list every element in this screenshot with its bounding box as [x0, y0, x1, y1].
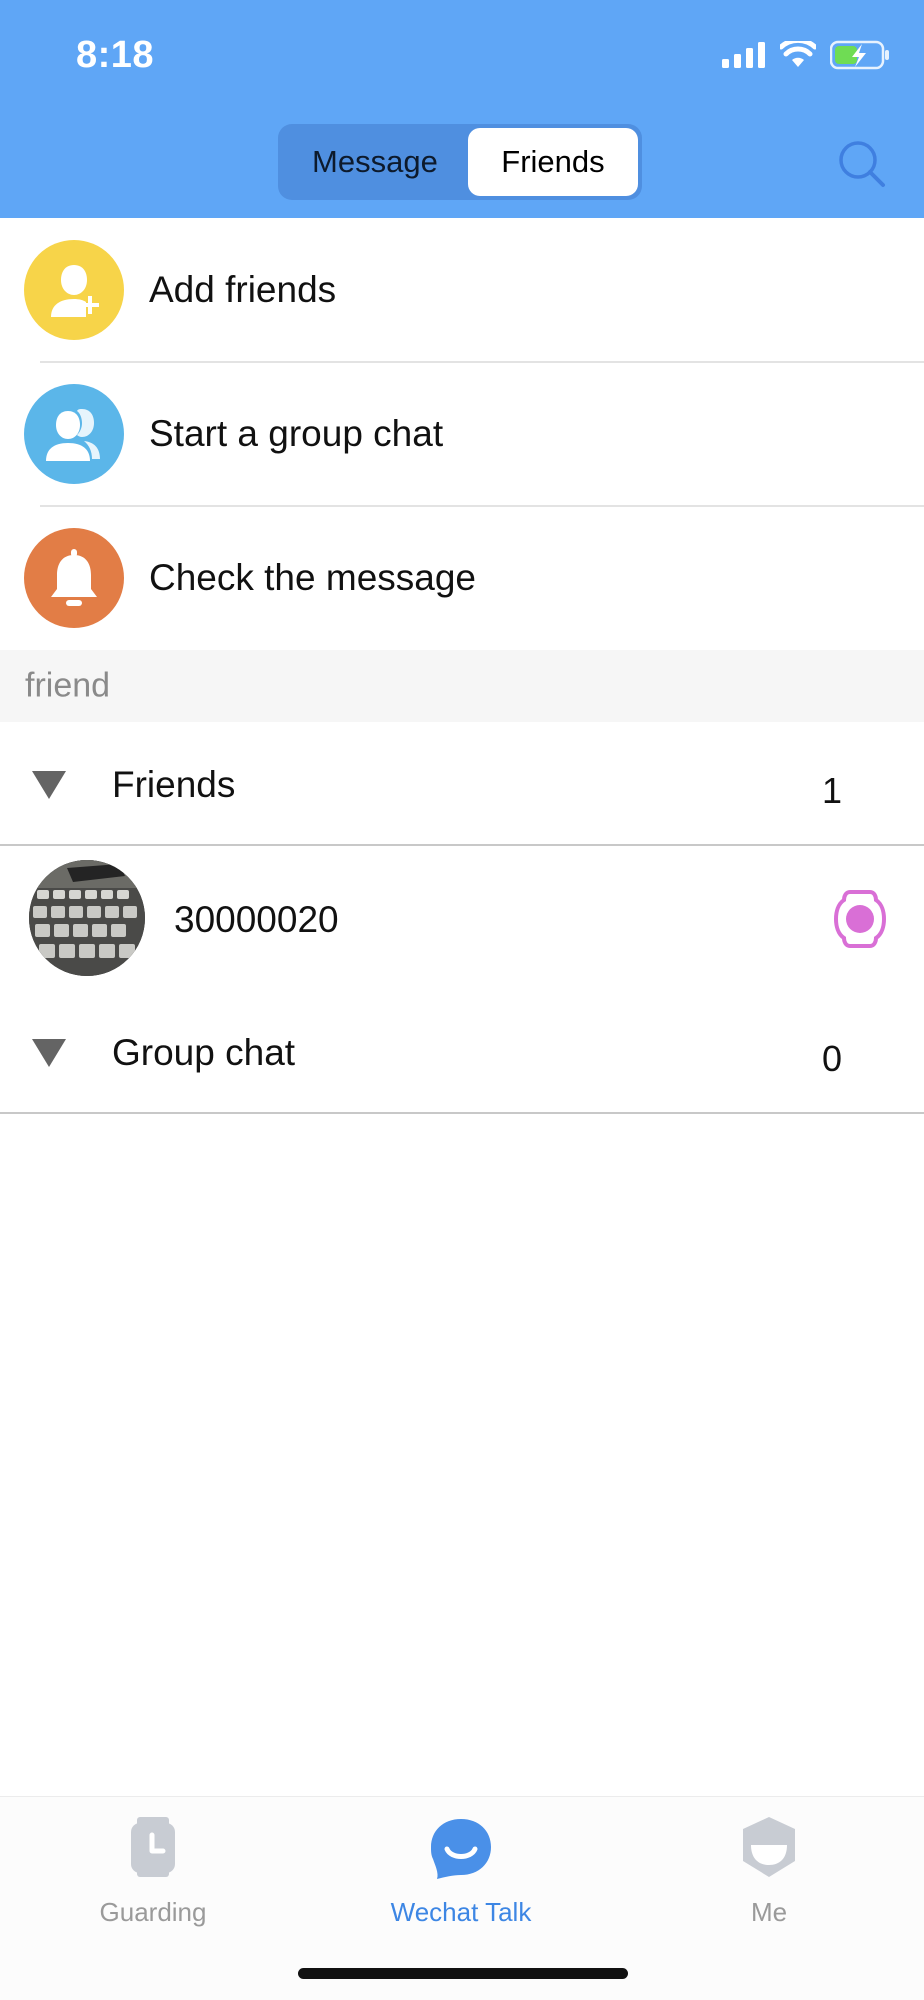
- chat-bubble-icon: [431, 1819, 491, 1879]
- tab-label: Guarding: [99, 1897, 207, 1927]
- add-friends-row[interactable]: Add friends: [0, 218, 924, 362]
- triangle-down-icon: [32, 1039, 66, 1067]
- divider: [0, 844, 924, 846]
- group-count: 1: [821, 769, 842, 811]
- section-title: friend: [25, 666, 111, 705]
- header-bar: 8:18 Message Friends: [0, 0, 924, 218]
- group-count: 0: [821, 1037, 842, 1079]
- add-person-icon: [24, 240, 124, 340]
- bell-icon: [24, 528, 124, 628]
- check-message-row[interactable]: Check the message: [0, 506, 924, 650]
- signal-icon: [722, 42, 765, 68]
- status-indicators: [722, 40, 890, 70]
- tab-me[interactable]: Me: [669, 1815, 869, 1935]
- friend-list-item[interactable]: 30000020: [0, 848, 924, 992]
- triangle-down-icon: [32, 771, 66, 799]
- wifi-icon: [780, 41, 816, 67]
- group-chat-row[interactable]: Start a group chat: [0, 362, 924, 506]
- group-row-friends[interactable]: Friends 1: [0, 726, 924, 844]
- home-indicator: [298, 1968, 628, 1979]
- friend-name: 30000020: [174, 899, 339, 940]
- group-icon: [24, 384, 124, 484]
- search-icon[interactable]: [836, 138, 888, 190]
- tab-friends[interactable]: Friends: [467, 128, 638, 196]
- watch-device-icon: [834, 890, 886, 948]
- tab-label: Me: [750, 1897, 788, 1927]
- group-name: Group chat: [112, 1032, 296, 1073]
- avatar: [29, 860, 145, 976]
- add-friends-label: Add friends: [149, 269, 337, 310]
- watch-icon: [131, 1817, 175, 1877]
- group-name: Friends: [112, 764, 236, 805]
- status-time: 8:18: [76, 34, 155, 76]
- group-chat-label: Start a group chat: [149, 413, 444, 454]
- segmented-control: Message Friends: [278, 124, 642, 200]
- friends-screen: 8:18 Message Friends Add friends Start a…: [0, 0, 924, 2000]
- section-header: friend: [0, 650, 924, 722]
- battery-icon: [830, 40, 889, 70]
- tab-message[interactable]: Message: [282, 128, 468, 196]
- check-message-label: Check the message: [149, 557, 477, 598]
- profile-icon: [743, 1817, 795, 1877]
- group-row-group-chat[interactable]: Group chat 0: [0, 994, 924, 1112]
- tab-label: Wechat Talk: [390, 1897, 532, 1927]
- tab-wechat-talk[interactable]: Wechat Talk: [361, 1815, 561, 1935]
- divider: [0, 1112, 924, 1114]
- tab-guarding[interactable]: Guarding: [53, 1815, 253, 1935]
